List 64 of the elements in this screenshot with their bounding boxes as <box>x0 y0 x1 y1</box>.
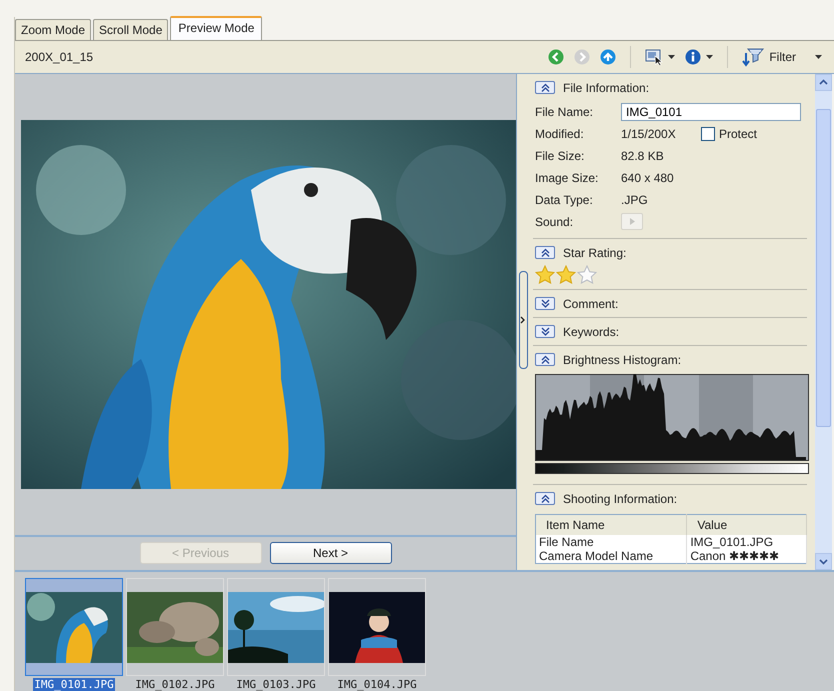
star-icon[interactable] <box>577 264 597 284</box>
table-cell: File Name <box>536 534 687 549</box>
section-title: Brightness Histogram: <box>563 352 682 367</box>
field-value: 1/15/200X <box>621 126 677 141</box>
table-cell: Camera Model Name <box>536 548 687 564</box>
field-label: Modified: <box>535 126 585 141</box>
collapse-button[interactable] <box>535 492 555 506</box>
thumbnail-label: IMG_0102.JPG <box>134 678 216 691</box>
thumbnail-label: IMG_0101.JPG <box>33 678 115 691</box>
section-title: Comment: <box>563 296 618 311</box>
column-header[interactable]: Value <box>686 514 806 535</box>
double-chevron-up-icon <box>540 248 550 258</box>
collapse-button[interactable] <box>535 246 555 260</box>
dropdown-caret-icon[interactable] <box>815 54 822 59</box>
next-button[interactable]: Next > <box>270 542 392 564</box>
scrollbar[interactable] <box>815 74 832 570</box>
section-title: Star Rating: <box>563 246 626 260</box>
folder-title: 200X_01_15 <box>25 50 94 64</box>
scroll-down-icon[interactable] <box>819 558 828 564</box>
mode-tab[interactable]: Zoom Mode <box>15 19 92 40</box>
field-value: .JPG <box>621 192 649 207</box>
field-label: File Name: <box>535 104 594 119</box>
dropdown-caret-icon[interactable] <box>668 54 676 59</box>
field-label: File Size: <box>535 148 586 163</box>
table-cell: IMG_0101.JPG <box>686 534 806 549</box>
thumbnail[interactable] <box>25 578 123 676</box>
section-title: Keywords: <box>563 324 620 339</box>
filter-button[interactable]: Filter <box>767 48 798 66</box>
field-value: 82.8 KB <box>621 148 665 163</box>
column-header[interactable]: Item Name <box>536 514 687 535</box>
star-icon[interactable] <box>535 264 555 284</box>
field-label: Data Type: <box>535 192 594 207</box>
chevron-right-icon <box>520 316 525 324</box>
dropdown-caret-icon[interactable] <box>706 54 714 59</box>
double-chevron-up-icon <box>540 355 550 364</box>
protect-checkbox[interactable] <box>701 126 715 141</box>
info-icon[interactable] <box>685 48 702 65</box>
double-chevron-up-icon <box>540 494 550 504</box>
panel-collapse-handle[interactable] <box>519 270 528 369</box>
mode-tab[interactable]: Preview Mode <box>170 16 262 40</box>
collapse-button[interactable] <box>535 81 555 94</box>
expand-button[interactable] <box>535 297 555 310</box>
scroll-up-icon[interactable] <box>819 79 828 86</box>
section-title: File Information: <box>563 80 650 95</box>
play-icon <box>630 218 634 226</box>
thumbnail-label: IMG_0104.JPG <box>336 678 418 691</box>
double-chevron-down-icon <box>540 299 550 308</box>
field-label: Sound: <box>535 214 574 229</box>
double-chevron-down-icon <box>540 327 550 336</box>
thumbnail-label: IMG_0103.JPG <box>235 678 317 691</box>
checkbox-label: Protect <box>719 126 758 141</box>
collapse-button[interactable] <box>535 353 555 366</box>
double-chevron-up-icon <box>540 83 550 92</box>
file-name-field[interactable]: IMG_0101 <box>621 102 801 121</box>
mode-tab[interactable]: Scroll Mode <box>93 19 168 40</box>
field-value: 640 x 480 <box>621 170 675 185</box>
expand-button[interactable] <box>535 325 555 338</box>
filter-icon[interactable] <box>742 46 764 67</box>
star-icon[interactable] <box>556 264 576 284</box>
field-label: Image Size: <box>535 170 600 185</box>
table-cell: Canon ✱✱✱✱✱ <box>686 548 806 564</box>
image-select-icon[interactable] <box>645 48 664 65</box>
scrollbar-thumb[interactable] <box>816 108 831 427</box>
section-title: Shooting Information: <box>563 492 678 506</box>
